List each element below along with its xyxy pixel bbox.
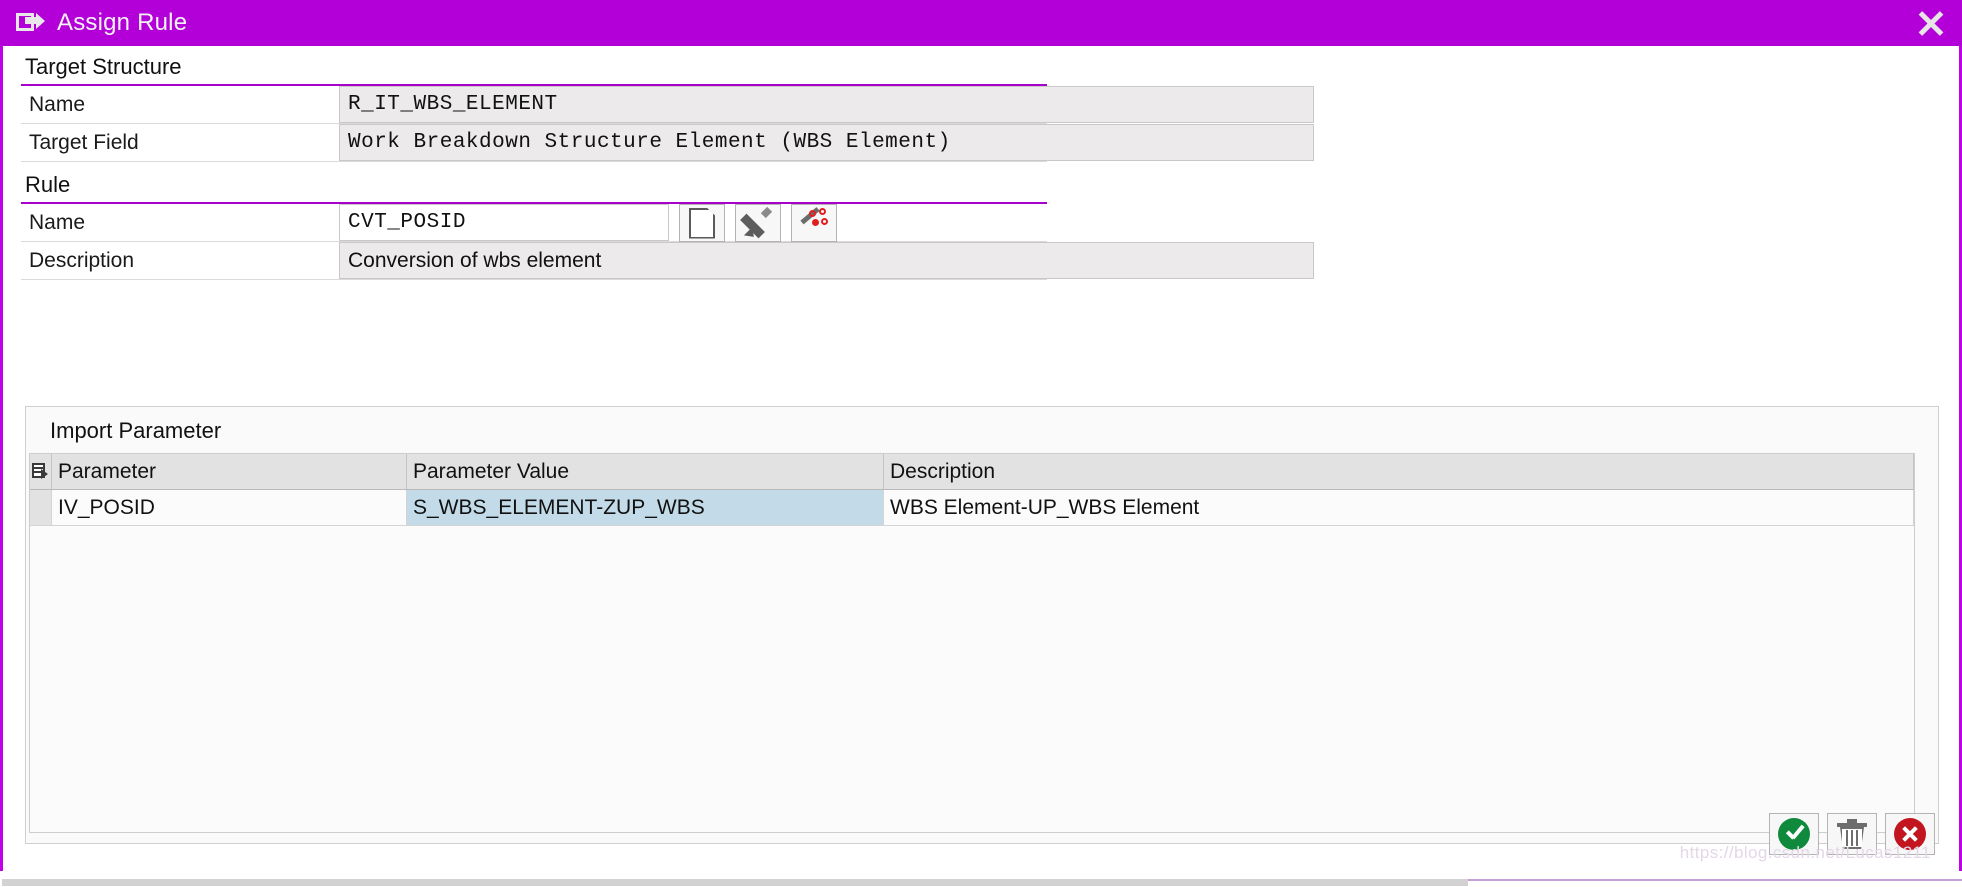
rule-description-label: Description — [29, 248, 135, 272]
target-field-value: Work Breakdown Structure Element (WBS El… — [339, 124, 1314, 161]
close-icon[interactable] — [1914, 8, 1948, 38]
assign-rule-icon — [16, 11, 46, 35]
cell-description[interactable]: WBS Element-UP_WBS Element — [884, 490, 1914, 525]
cell-parameter-value[interactable]: S_WBS_ELEMENT-ZUP_WBS — [407, 490, 884, 525]
red-cancel-icon — [1894, 818, 1926, 850]
bottom-accent-line — [1468, 879, 1962, 881]
import-parameter-title: Import Parameter — [50, 418, 222, 443]
edit-rule-button[interactable] — [735, 204, 781, 242]
assign-rule-dialog: Assign Rule Target Structure Name R_IT_W… — [0, 0, 1962, 887]
delete-button[interactable] — [1827, 813, 1877, 855]
target-structure-field-row: Target Field Work Breakdown Structure El… — [21, 124, 1314, 162]
column-header-parameter[interactable]: Parameter — [52, 454, 407, 489]
target-structure-section: Target Structure Name R_IT_WBS_ELEMENT T… — [21, 54, 1314, 162]
new-rule-button[interactable] — [679, 204, 725, 242]
rule-heading: Rule — [21, 172, 1047, 204]
import-parameter-panel: Import Parameter Parameter Parameter Val… — [25, 406, 1939, 844]
target-field-label: Target Field — [29, 130, 139, 154]
column-header-description[interactable]: Description — [884, 454, 1914, 489]
rule-wizard-button[interactable] — [791, 204, 837, 242]
green-check-icon — [1778, 818, 1810, 850]
table-header-row: Parameter Parameter Value Description — [30, 454, 1914, 490]
magic-wand-icon — [799, 207, 829, 238]
table-select-all-icon[interactable] — [30, 454, 52, 489]
cell-parameter[interactable]: IV_POSID — [52, 490, 407, 525]
window-title: Assign Rule — [57, 9, 188, 36]
confirm-button[interactable] — [1769, 813, 1819, 855]
scrollbar-thumb[interactable] — [2, 879, 1468, 886]
rule-name-row: Name CVT_POSID — [21, 204, 1047, 242]
dialog-actions — [1761, 813, 1935, 855]
bottom-scrollbar[interactable] — [0, 871, 1962, 887]
column-header-parameter-value[interactable]: Parameter Value — [407, 454, 884, 489]
page-icon — [689, 207, 715, 239]
target-structure-name-value: R_IT_WBS_ELEMENT — [339, 86, 1314, 123]
trash-icon — [1837, 818, 1867, 850]
title-bar: Assign Rule — [0, 0, 1962, 46]
rule-description-row: Description Conversion of wbs element — [21, 242, 1314, 280]
rule-section: Rule Name CVT_POSID Description Conversi… — [21, 172, 1314, 280]
row-selector[interactable] — [30, 490, 52, 525]
rule-description-value: Conversion of wbs element — [339, 242, 1314, 279]
target-structure-name-row: Name R_IT_WBS_ELEMENT — [21, 86, 1314, 124]
import-parameter-table: Parameter Parameter Value Description IV… — [29, 453, 1915, 833]
table-row[interactable]: IV_POSID S_WBS_ELEMENT-ZUP_WBS WBS Eleme… — [30, 490, 1914, 526]
rule-name-label: Name — [29, 210, 86, 234]
cancel-button[interactable] — [1885, 813, 1935, 855]
target-structure-name-label: Name — [29, 92, 86, 116]
pencil-icon — [740, 206, 773, 242]
dialog-body: Target Structure Name R_IT_WBS_ELEMENT T… — [0, 46, 1962, 871]
target-structure-heading: Target Structure — [21, 54, 1047, 86]
rule-name-input[interactable]: CVT_POSID — [339, 204, 669, 241]
